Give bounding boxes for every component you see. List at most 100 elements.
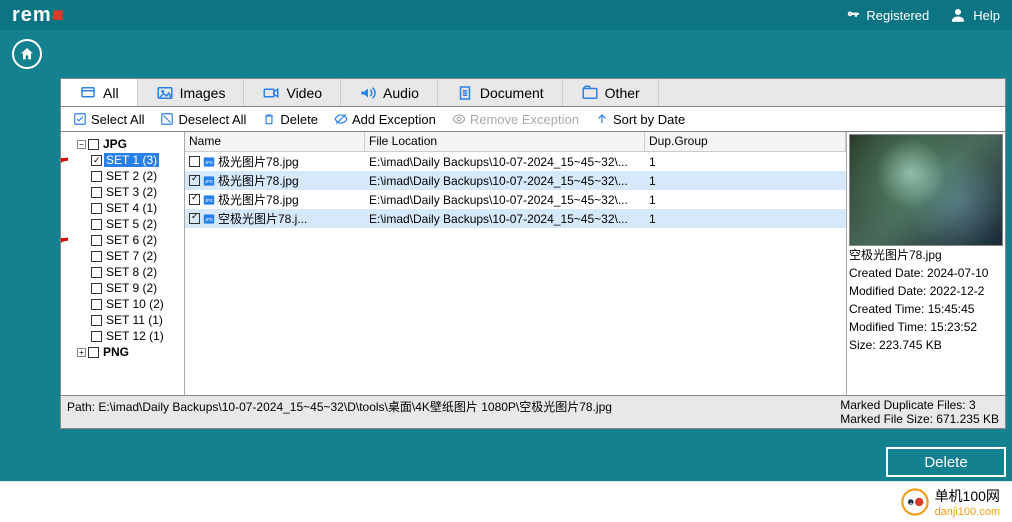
tab-images[interactable]: Images [138,79,245,106]
col-location[interactable]: File Location [365,132,645,152]
help-link[interactable]: Help [949,6,1000,24]
tree-checkbox[interactable] [91,171,102,182]
select-all-button[interactable]: Select All [67,112,150,127]
tree-checkbox[interactable] [91,235,102,246]
tree-set-label: SET 9 (2) [104,281,159,295]
add-exception-button[interactable]: Add Exception [328,112,442,127]
tree-checkbox[interactable] [88,347,99,358]
eye-off-icon [334,112,348,126]
file-table: Name File Location Dup.Group JPG极光图片78.j… [185,132,847,395]
svg-text:JPG: JPG [205,197,213,202]
title-bar: rem■ Registered Help [0,0,1012,30]
delete-button-toolbar[interactable]: Delete [256,112,324,127]
registered-link[interactable]: Registered [846,8,929,23]
preview-thumbnail [849,134,1003,246]
row-checkbox[interactable] [189,194,200,205]
collapse-icon[interactable]: − [77,140,86,149]
preview-modified-date: Modified Date: 2022-12-2 [849,282,1003,300]
tree-root-label: JPG [101,137,129,151]
tab-all[interactable]: All [61,79,138,106]
row-checkbox[interactable] [189,213,200,224]
tree-set-item[interactable]: SET 1 (3) [65,152,180,168]
tree-checkbox[interactable] [91,315,102,326]
deselect-all-icon [160,112,174,126]
svg-text:JPG: JPG [205,178,213,183]
tree-checkbox[interactable] [91,251,102,262]
tree-set-label: SET 5 (2) [104,217,159,231]
brand-logo: rem■ [12,4,65,27]
delete-button[interactable]: Delete [886,447,1006,477]
tree-set-item[interactable]: SET 3 (2) [65,184,180,200]
action-row: Delete [0,435,1012,481]
tree-set-label: SET 1 (3) [104,153,159,167]
row-checkbox[interactable] [189,175,200,186]
tree-set-item[interactable]: SET 5 (2) [65,216,180,232]
tree-set-item[interactable]: SET 6 (2) [65,232,180,248]
sort-by-date-button[interactable]: Sort by Date [589,112,691,127]
tree-root-jpg[interactable]: − JPG [65,136,180,152]
preview-size: Size: 223.745 KB [849,336,1003,354]
table-row[interactable]: JPG极光图片78.jpgE:\imad\Daily Backups\10-07… [185,190,846,209]
status-counts: Marked Duplicate Files: 3 Marked File Si… [840,398,999,426]
tab-other[interactable]: Other [563,79,659,106]
col-dup[interactable]: Dup.Group [645,132,846,152]
tree-set-item[interactable]: SET 2 (2) [65,168,180,184]
tree-set-item[interactable]: SET 12 (1) [65,328,180,344]
select-all-icon [73,112,87,126]
row-checkbox[interactable] [189,156,200,167]
expand-icon[interactable]: + [77,348,86,357]
tree-checkbox[interactable] [91,267,102,278]
trash-icon [262,112,276,126]
tree-set-item[interactable]: SET 11 (1) [65,312,180,328]
image-file-icon: JPG [202,212,216,226]
tree-set-label: SET 11 (1) [104,313,165,327]
tab-video[interactable]: Video [244,79,341,106]
tree-checkbox[interactable] [91,331,102,342]
table-row[interactable]: JPG空极光图片78.j...E:\imad\Daily Backups\10-… [185,209,846,228]
table-row[interactable]: JPG极光图片78.jpgE:\imad\Daily Backups\10-07… [185,171,846,190]
footer-site-url: danji100.com [935,506,1000,518]
col-name[interactable]: Name [185,132,365,152]
home-button[interactable] [12,39,42,69]
document-icon [456,84,474,102]
table-row[interactable]: JPG极光图片78.jpgE:\imad\Daily Backups\10-07… [185,152,846,171]
tree-set-item[interactable]: SET 7 (2) [65,248,180,264]
tree-set-label: SET 6 (2) [104,233,159,247]
row-dup-group: 1 [645,193,846,207]
row-dup-group: 1 [645,174,846,188]
toolbar: Select All Deselect All Delete Add Excep… [60,106,1006,132]
tree-next-label: PNG [101,345,131,359]
deselect-all-button[interactable]: Deselect All [154,112,252,127]
tree-set-item[interactable]: SET 8 (2) [65,264,180,280]
tab-document[interactable]: Document [438,79,563,106]
all-icon [79,84,97,102]
svg-text:JPG: JPG [205,159,213,164]
arrow-up-icon [595,112,609,126]
row-filename: 极光图片78.jpg [218,191,299,208]
image-file-icon: JPG [202,155,216,169]
tree-checkbox[interactable] [91,203,102,214]
person-icon [949,6,967,24]
tree-checkbox[interactable] [91,155,102,166]
eye-icon [452,112,466,126]
audio-icon [359,84,377,102]
tree-set-label: SET 4 (1) [104,201,159,215]
folder-tree[interactable]: − JPG SET 1 (3)SET 2 (2)SET 3 (2)SET 4 (… [61,132,185,395]
video-icon [262,84,280,102]
tree-root-png[interactable]: + PNG [65,344,180,360]
tree-checkbox[interactable] [88,139,99,150]
tree-checkbox[interactable] [91,283,102,294]
key-icon [846,8,860,22]
status-bar: Path: E:\imad\Daily Backups\10-07-2024_1… [60,396,1006,429]
tree-checkbox[interactable] [91,299,102,310]
row-dup-group: 1 [645,155,846,169]
tab-audio[interactable]: Audio [341,79,438,106]
preview-modified-time: Modified Time: 15:23:52 [849,318,1003,336]
tree-set-item[interactable]: SET 10 (2) [65,296,180,312]
tree-set-item[interactable]: SET 4 (1) [65,200,180,216]
tree-set-item[interactable]: SET 9 (2) [65,280,180,296]
preview-panel: 空极光图片78.jpg Created Date: 2024-07-10 Mod… [847,132,1005,395]
image-file-icon: JPG [202,174,216,188]
tree-checkbox[interactable] [91,219,102,230]
tree-checkbox[interactable] [91,187,102,198]
